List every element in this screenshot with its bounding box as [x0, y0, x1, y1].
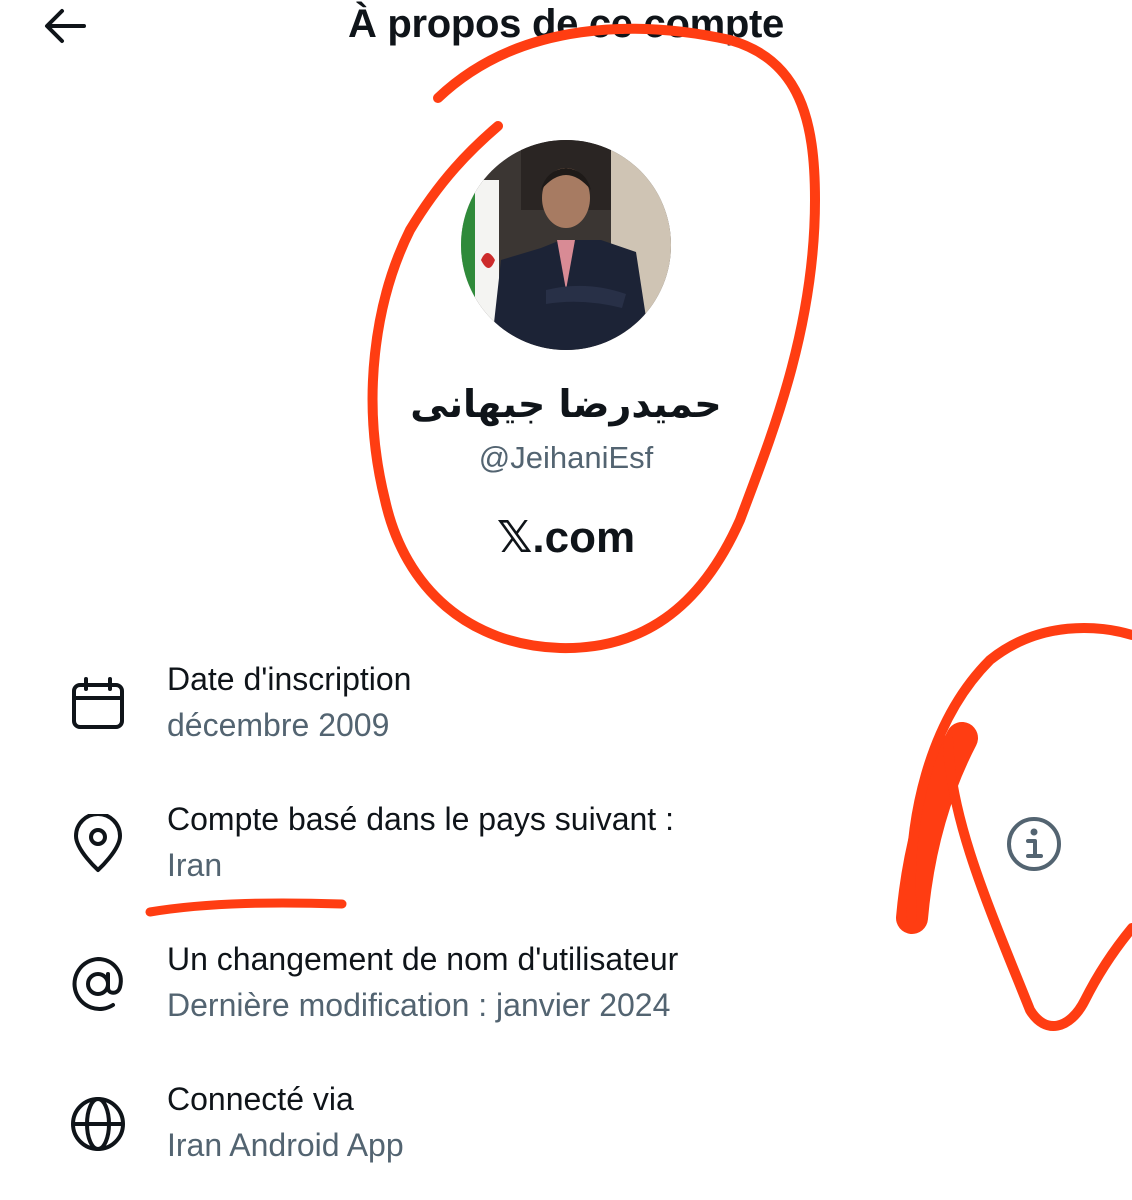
location-pin-icon	[74, 814, 122, 872]
account-location-row: Compte basé dans le pays suivant : Iran	[0, 796, 1132, 906]
calendar-icon	[72, 677, 124, 729]
row-title: Date d'inscription	[167, 661, 412, 697]
row-title: Compte basé dans le pays suivant :	[167, 801, 674, 837]
row-value: Dernière modification : janvier 2024	[167, 987, 671, 1023]
at-sign-icon	[72, 956, 123, 1011]
join-date-row: Date d'inscription décembre 2009	[0, 656, 1132, 766]
display-name: حمیدرضا جیهانی	[410, 382, 722, 426]
row-value: Iran Android App	[167, 1127, 404, 1163]
avatar	[461, 140, 671, 350]
connected-via-row: Connecté via Iran Android App	[0, 1076, 1132, 1186]
info-icon[interactable]	[1004, 814, 1064, 874]
row-title: Un changement de nom d'utilisateur	[167, 941, 679, 977]
row-title: Connecté via	[167, 1081, 354, 1117]
row-value: Iran	[167, 847, 223, 883]
globe-icon	[71, 1097, 125, 1151]
site-label: 𝕏.com	[496, 513, 636, 562]
username-change-row: Un changement de nom d'utilisateur Derni…	[0, 936, 1132, 1046]
row-value: décembre 2009	[167, 707, 390, 743]
user-handle: @JeihaniEsf	[478, 440, 654, 475]
page-title: À propos de ce compte	[347, 2, 784, 46]
